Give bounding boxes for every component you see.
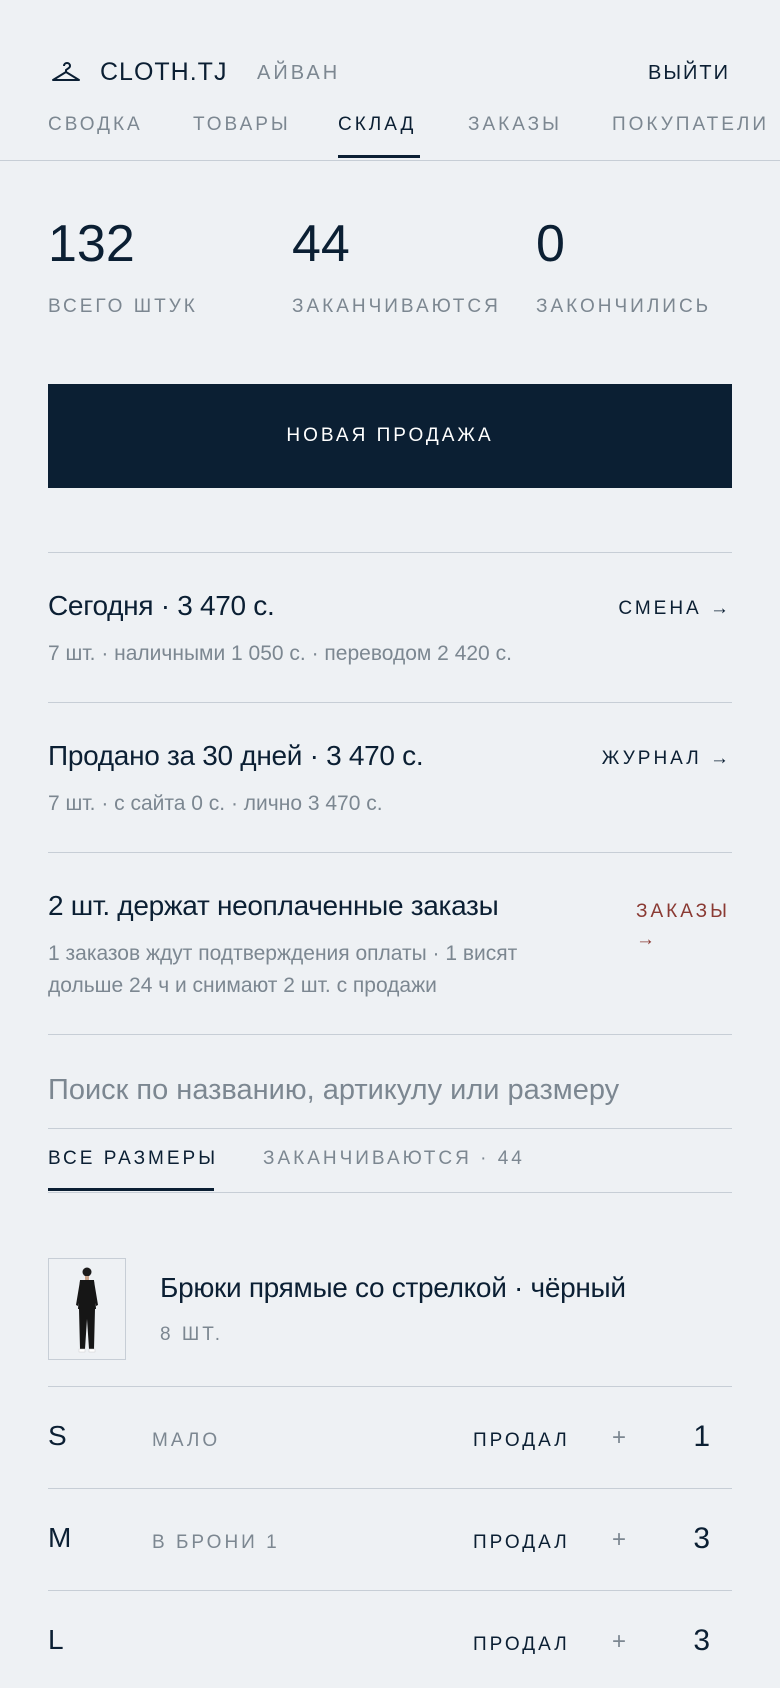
brand-name[interactable]: CLOTH.TJ <box>100 58 227 87</box>
tab-summary[interactable]: СВОДКА <box>48 114 143 136</box>
divider <box>48 1192 732 1193</box>
stat-out-value: 0 <box>536 215 565 273</box>
product-thumbnail[interactable] <box>48 1258 126 1360</box>
month-summary-title: Продано за 30 дней · 3 470 с. <box>48 740 424 771</box>
divider <box>48 702 732 703</box>
tab-all-sizes[interactable]: ВСЕ РАЗМЕРЫ <box>48 1148 218 1170</box>
size-label: M <box>48 1522 72 1553</box>
today-summary-details: 7 шт. · наличными 1 050 с. · переводом 2… <box>48 642 512 665</box>
product-name[interactable]: Брюки прямые со стрелкой · чёрный <box>160 1272 626 1304</box>
hanger-icon <box>52 62 80 81</box>
divider <box>48 852 732 853</box>
divider <box>48 1386 732 1387</box>
stat-total-value: 132 <box>48 215 135 273</box>
size-status: В БРОНИ 1 <box>152 1532 280 1553</box>
product-photo-figure <box>76 1267 98 1353</box>
divider <box>48 1034 732 1035</box>
size-label: L <box>48 1624 64 1655</box>
journal-link[interactable]: ЖУРНАЛ → <box>602 748 732 770</box>
shift-link[interactable]: СМЕНА → <box>618 598 732 620</box>
divider <box>48 1128 732 1129</box>
user-name: АЙВАН <box>257 62 341 84</box>
stat-low-value: 44 <box>292 215 350 273</box>
size-count: 3 <box>693 1624 710 1657</box>
product-quantity: 8 ШТ. <box>160 1324 224 1345</box>
tab-orders[interactable]: ЗАКАЗЫ <box>468 114 562 136</box>
active-tab-indicator <box>338 155 420 158</box>
arrow-right-icon: → <box>636 929 658 950</box>
unpaid-details-line-1: 1 заказов ждут подтверждения оплаты · 1 … <box>48 942 518 965</box>
stat-out-label: ЗАКОНЧИЛИСЬ <box>536 296 712 317</box>
size-count: 3 <box>693 1522 710 1555</box>
today-summary-title: Сегодня · 3 470 с. <box>48 590 275 621</box>
size-status: МАЛО <box>152 1430 221 1451</box>
orders-link-label: ЗАКАЗЫ <box>636 901 730 922</box>
stat-low-label: ЗАКАНЧИВАЮТСЯ <box>292 296 501 317</box>
plus-icon[interactable]: + <box>612 1424 626 1452</box>
month-summary-details: 7 шт. · с сайта 0 с. · лично 3 470 с. <box>48 792 383 815</box>
size-label: S <box>48 1420 67 1451</box>
tab-customers[interactable]: ПОКУПАТЕЛИ <box>612 114 769 136</box>
filter-tab-indicator <box>48 1188 214 1191</box>
unpaid-details-line-2: дольше 24 ч и снимают 2 шт. с продажи <box>48 974 437 997</box>
new-sale-button[interactable]: НОВАЯ ПРОДАЖА <box>48 384 732 488</box>
sold-button[interactable]: ПРОДАЛ <box>473 1532 570 1554</box>
app-screen: CLOTH.TJ АЙВАН ВЫЙТИ СВОДКА ТОВАРЫ СКЛАД… <box>0 0 780 1688</box>
sold-button[interactable]: ПРОДАЛ <box>473 1634 570 1656</box>
unpaid-orders-title: 2 шт. держат неоплаченные заказы <box>48 890 499 921</box>
divider <box>48 1590 732 1591</box>
logout-button[interactable]: ВЫЙТИ <box>648 62 730 85</box>
size-count: 1 <box>693 1420 710 1453</box>
unpaid-orders-details: 1 заказов ждут подтверждения оплаты · 1 … <box>48 938 517 1002</box>
sold-button[interactable]: ПРОДАЛ <box>473 1430 570 1452</box>
plus-icon[interactable]: + <box>612 1526 626 1554</box>
plus-icon[interactable]: + <box>612 1628 626 1656</box>
tab-warehouse[interactable]: СКЛАД <box>338 114 416 136</box>
tab-products[interactable]: ТОВАРЫ <box>193 114 291 136</box>
divider <box>48 1488 732 1489</box>
orders-link[interactable]: ЗАКАЗЫ → <box>636 898 746 954</box>
stat-total-label: ВСЕГО ШТУК <box>48 296 198 317</box>
search-input[interactable] <box>48 1060 732 1120</box>
tab-running-out[interactable]: ЗАКАНЧИВАЮТСЯ · 44 <box>263 1148 525 1170</box>
top-header: CLOTH.TJ АЙВАН ВЫЙТИ СВОДКА ТОВАРЫ СКЛАД… <box>0 0 780 161</box>
divider <box>48 552 732 553</box>
